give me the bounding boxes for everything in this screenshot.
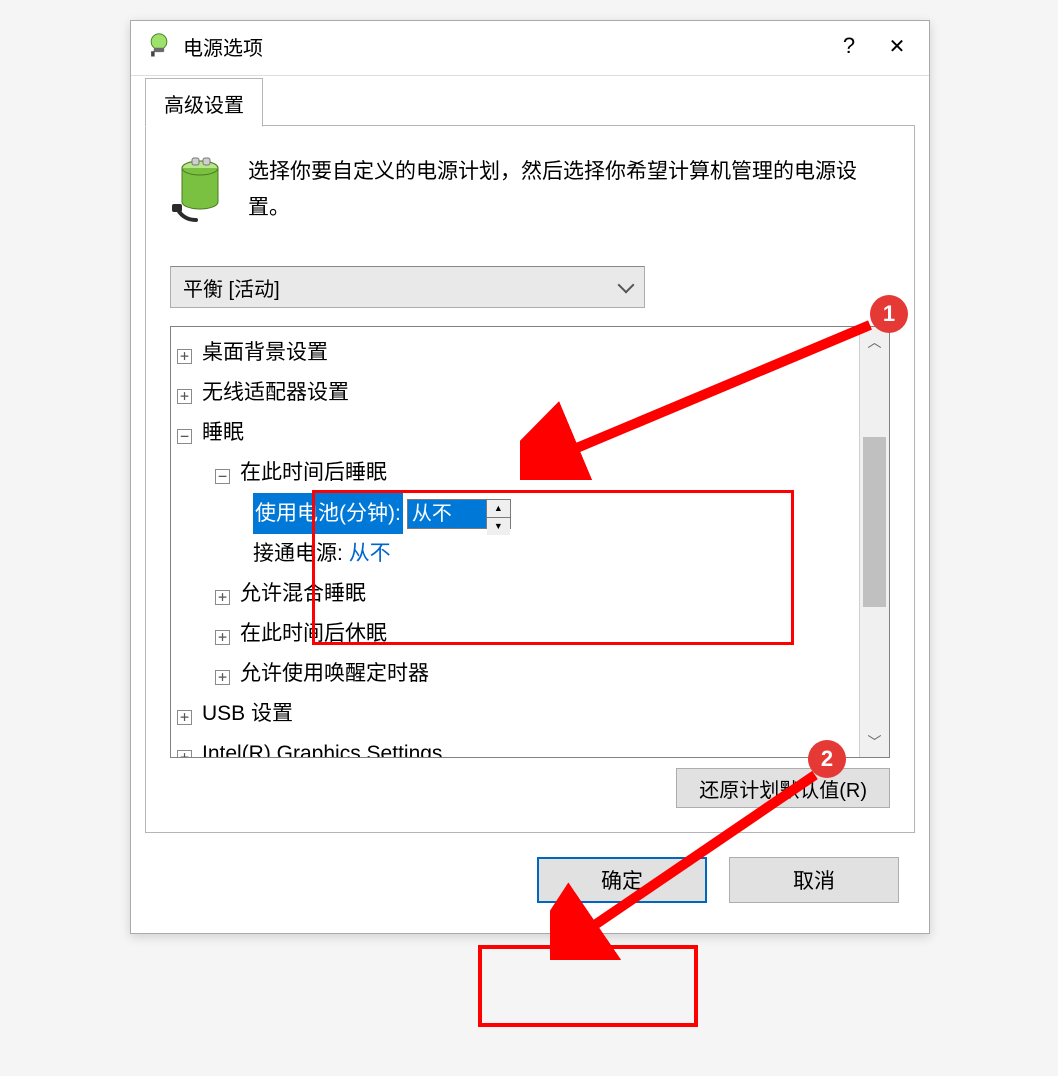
tree-label: 在此时间后休眠: [240, 614, 387, 654]
power-plan-select[interactable]: 平衡 [活动]: [170, 266, 645, 308]
restore-row: 还原计划默认值(R): [170, 768, 890, 808]
expand-icon[interactable]: [177, 349, 192, 364]
tree-label: 允许使用唤醒定时器: [240, 654, 429, 694]
tree-item-hibernate-after[interactable]: 在此时间后休眠: [177, 614, 855, 654]
dialog-button-row: 确定 取消: [131, 833, 929, 933]
collapse-icon[interactable]: [215, 469, 230, 484]
settings-tree: 桌面背景设置 无线适配器设置 睡眠 在此时间后睡眠: [170, 326, 890, 758]
help-button[interactable]: ?: [825, 22, 873, 70]
tree-label: 允许混合睡眠: [240, 574, 366, 614]
tree-label: Intel(R) Graphics Settings: [202, 734, 442, 757]
expand-icon[interactable]: [177, 710, 192, 725]
collapse-icon[interactable]: [177, 429, 192, 444]
tree-item-wireless-adapter[interactable]: 无线适配器设置: [177, 373, 855, 413]
annotation-rect-2: [478, 945, 698, 1027]
tree-item-hybrid-sleep[interactable]: 允许混合睡眠: [177, 574, 855, 614]
tree-label: 无线适配器设置: [202, 373, 349, 413]
battery-icon: [170, 154, 230, 226]
power-options-dialog: 电源选项 ? ✕ 高级设置 选择你要自定义的电源计划，然后: [130, 20, 930, 934]
power-plan-label: 平衡 [活动]: [183, 273, 620, 302]
tab-panel: 选择你要自定义的电源计划，然后选择你希望计算机管理的电源设置。 平衡 [活动] …: [145, 125, 915, 833]
scroll-thumb[interactable]: [863, 437, 886, 607]
cancel-button[interactable]: 取消: [729, 857, 899, 903]
tree-item-sleep-after[interactable]: 在此时间后睡眠: [177, 453, 855, 493]
plugged-in-value: 从不: [349, 534, 391, 574]
scroll-up-icon[interactable]: ︿: [860, 327, 889, 357]
tree-item-usb-settings[interactable]: USB 设置: [177, 694, 855, 734]
expand-icon[interactable]: [215, 590, 230, 605]
tree-item-on-battery[interactable]: 使用电池(分钟): 从不 ▲ ▼: [177, 493, 855, 535]
tree-item-wake-timers[interactable]: 允许使用唤醒定时器: [177, 654, 855, 694]
ok-button[interactable]: 确定: [537, 857, 707, 903]
tab-advanced-settings[interactable]: 高级设置: [145, 78, 263, 127]
on-battery-label: 使用电池(分钟):: [253, 493, 403, 535]
spinner-up-icon[interactable]: ▲: [487, 500, 510, 518]
on-battery-value: 从不: [408, 500, 486, 528]
intro-row: 选择你要自定义的电源计划，然后选择你希望计算机管理的电源设置。: [170, 154, 890, 226]
tree-label: 睡眠: [202, 413, 244, 453]
expand-icon[interactable]: [215, 670, 230, 685]
tree-label: USB 设置: [202, 694, 293, 734]
tree-item-sleep[interactable]: 睡眠: [177, 413, 855, 453]
close-button[interactable]: ✕: [873, 22, 921, 70]
scrollbar[interactable]: ︿ ﹀: [859, 327, 889, 757]
expand-icon[interactable]: [177, 389, 192, 404]
dialog-title: 电源选项: [183, 32, 825, 61]
spinner-buttons[interactable]: ▲ ▼: [486, 500, 510, 528]
restore-defaults-button[interactable]: 还原计划默认值(R): [676, 768, 890, 808]
tab-strip: 高级设置 选择你要自定义的电源计划，然后选择你希望计算机管理的电源设置。: [131, 75, 929, 833]
expand-icon[interactable]: [215, 630, 230, 645]
intro-text: 选择你要自定义的电源计划，然后选择你希望计算机管理的电源设置。: [248, 154, 890, 225]
plugged-in-label: 接通电源:: [253, 534, 343, 574]
titlebar: 电源选项 ? ✕: [131, 21, 929, 71]
scroll-down-icon[interactable]: ﹀: [860, 727, 889, 757]
tree-label: 桌面背景设置: [202, 333, 328, 373]
tree-body: 桌面背景设置 无线适配器设置 睡眠 在此时间后睡眠: [171, 327, 859, 757]
power-plug-icon: [145, 32, 173, 60]
chevron-down-icon: [618, 277, 635, 294]
spinner-down-icon[interactable]: ▼: [487, 518, 510, 535]
tree-label: 在此时间后睡眠: [240, 453, 387, 493]
on-battery-spinner[interactable]: 从不 ▲ ▼: [407, 499, 511, 529]
expand-icon[interactable]: [177, 750, 192, 757]
tree-item-desktop-background[interactable]: 桌面背景设置: [177, 333, 855, 373]
tree-item-intel-graphics[interactable]: Intel(R) Graphics Settings: [177, 734, 855, 757]
tree-item-plugged-in[interactable]: 接通电源: 从不: [177, 534, 855, 574]
